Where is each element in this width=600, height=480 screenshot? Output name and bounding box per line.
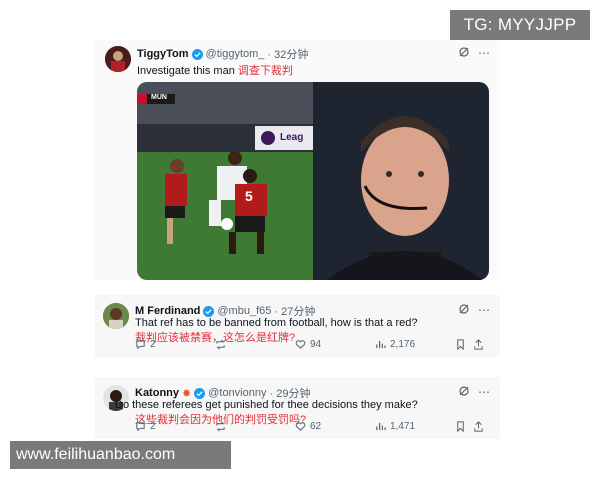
reply-text: That ref has to be banned from football,… [135,317,418,329]
tg-watermark: TG: MYYJJPP [450,10,590,40]
heart-icon [295,340,306,349]
verified-icon [203,305,215,317]
verified-icon [191,48,203,60]
action-bar: 2 94 2,176 [135,339,485,353]
reply-count: 2 [150,421,156,432]
bookmark-button[interactable] [455,421,466,432]
reply-icon [136,340,145,350]
retweet-icon [216,421,225,432]
site-watermark: www.feilihuanbao.com [10,441,231,469]
reply-button[interactable]: 2 [135,339,156,350]
reply-icon [136,422,145,432]
view-count: 2,176 [390,339,416,350]
retweet-button[interactable] [215,339,230,350]
more-options-icon[interactable]: ⋯ [478,46,490,60]
scoreboard-label: MUN [151,94,167,101]
grok-icon[interactable] [458,303,470,315]
verified-icon [194,387,206,399]
bookmark-icon [457,421,464,432]
author-handle[interactable]: @mbu_f65 [217,305,271,317]
tweet-text: Investigate this man [137,65,235,77]
avatar[interactable] [105,46,131,72]
main-tweet[interactable]: TiggyTom @tiggytom_ · 32分钟 ⋯ Investigate… [95,40,500,280]
tweet-time: · 32分钟 [267,49,309,61]
reply-button[interactable]: 2 [135,421,156,432]
like-count: 62 [310,421,322,432]
views-button[interactable]: 1,471 [375,421,415,432]
retweet-button[interactable] [215,421,230,432]
reply-tweet[interactable]: M Ferdinand @mbu_f65 · 27分钟 ⋯ That ref h… [95,295,500,357]
views-icon [376,422,386,431]
flame-emoji-icon: ✸ [182,387,192,400]
share-icon [474,421,483,432]
author-name[interactable]: Katonny [135,387,179,399]
author-name[interactable]: M Ferdinand [135,305,200,317]
reply-tweet[interactable]: Katonny ✸ @tonvionny · 29分钟 ⋯ Do these r… [95,377,500,439]
board-label: Leag [280,132,304,143]
ferdinand-avatar-icon [103,303,129,329]
more-options-icon[interactable]: ⋯ [478,385,490,399]
action-bar: 2 62 1,471 [135,421,485,435]
share-button[interactable] [473,339,484,350]
share-button[interactable] [473,421,484,432]
views-icon [376,340,386,349]
player-number: 5 [245,188,253,204]
avatar[interactable] [103,303,129,329]
share-icon [474,339,483,350]
author-handle[interactable]: @tiggytom_ [206,48,265,60]
bookmark-button[interactable] [455,339,466,350]
author-handle[interactable]: @tonvionny [208,387,266,399]
like-button[interactable]: 94 [295,339,321,350]
bookmark-icon [457,339,464,350]
media-photos [137,82,489,280]
like-count: 94 [310,339,322,350]
like-button[interactable]: 62 [295,421,321,432]
views-button[interactable]: 2,176 [375,339,415,350]
grok-icon[interactable] [458,46,470,58]
view-count: 1,471 [390,421,416,432]
heart-icon [295,422,306,431]
author-name[interactable]: TiggyTom [137,48,189,60]
tweet-translation: 调查下裁判 [237,65,293,77]
tweet-media[interactable]: MUN Leag 5 [137,82,489,280]
more-options-icon[interactable]: ⋯ [478,303,490,317]
reply-text: Do these referees get punished for thee … [115,399,418,411]
reply-count: 2 [150,339,156,350]
retweet-icon [216,339,225,350]
grok-icon[interactable] [458,385,470,397]
tiggytom-avatar-icon [105,46,131,72]
